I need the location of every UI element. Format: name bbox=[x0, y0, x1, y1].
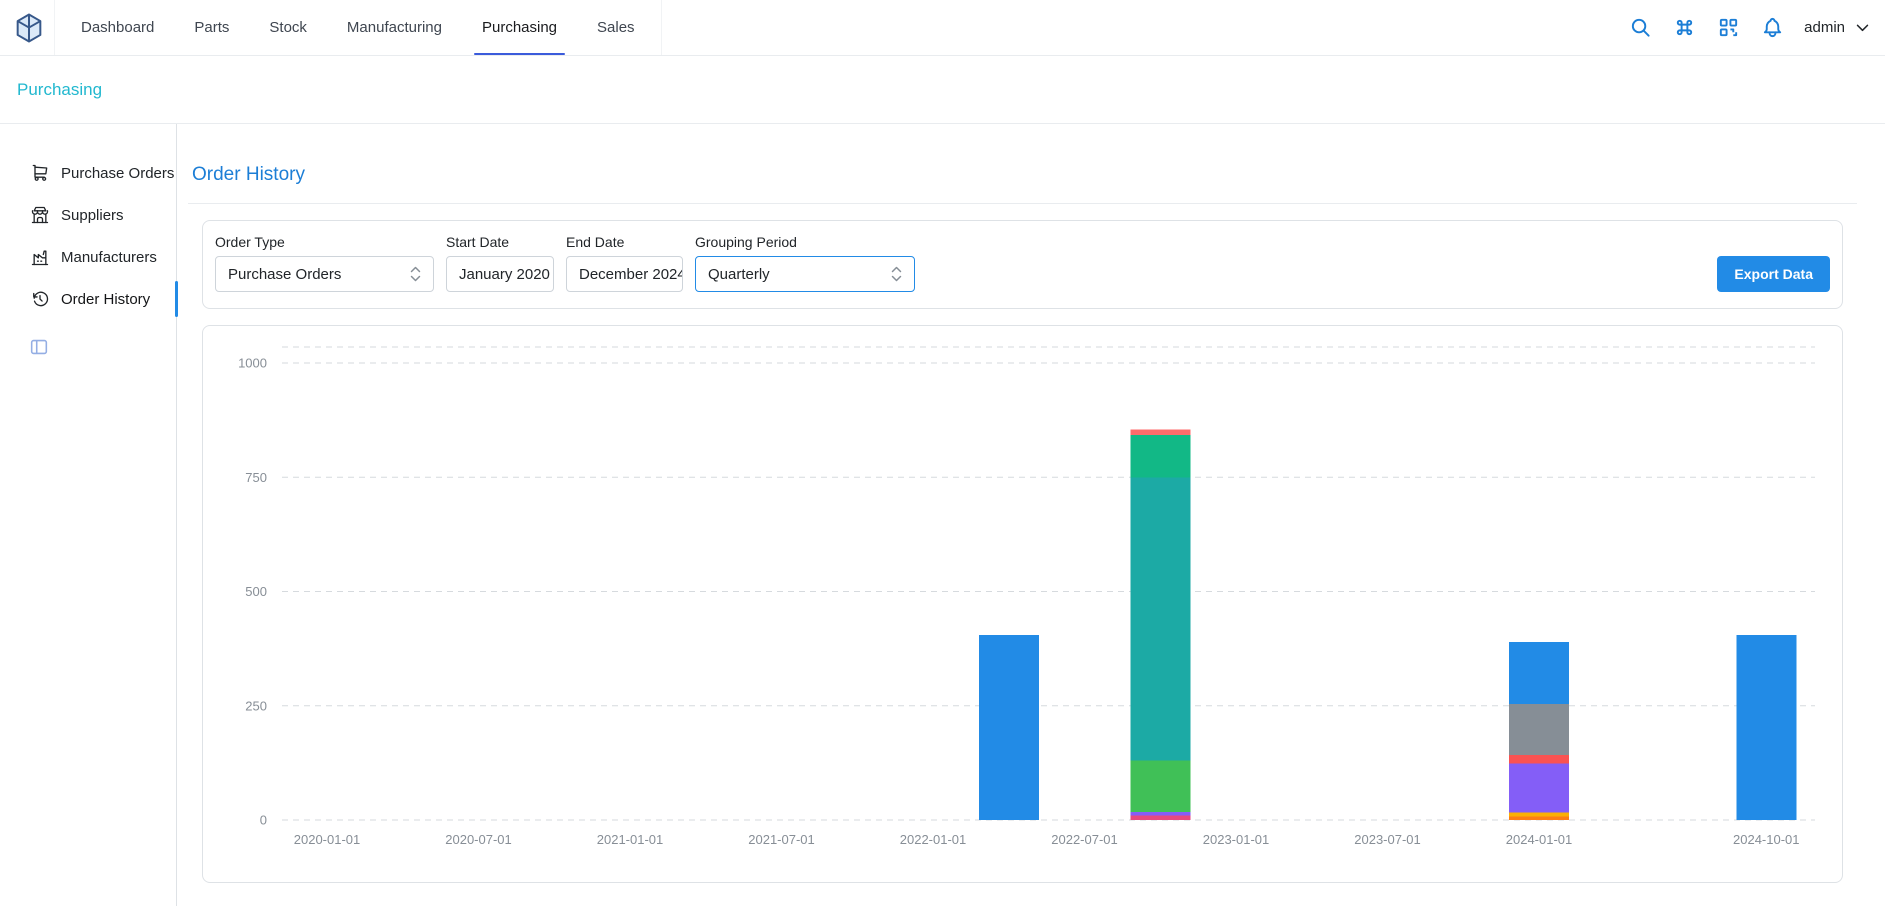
tab-purchasing[interactable]: Purchasing bbox=[462, 0, 577, 55]
search-icon[interactable] bbox=[1628, 16, 1652, 40]
y-tick-label: 0 bbox=[260, 813, 267, 828]
sidebar-item-order-history[interactable]: Order History bbox=[0, 278, 176, 320]
tab-dashboard[interactable]: Dashboard bbox=[61, 0, 174, 55]
selector-chevrons-icon bbox=[891, 265, 902, 283]
x-tick-label: 2023-07-01 bbox=[1354, 832, 1421, 847]
page-title: Order History bbox=[192, 164, 1857, 186]
start-date-input[interactable]: January 2020 bbox=[446, 256, 554, 292]
order-type-select[interactable]: Purchase Orders bbox=[215, 256, 434, 292]
order-type-label: Order Type bbox=[215, 234, 434, 250]
breadcrumb-bar: Purchasing bbox=[0, 56, 1885, 124]
bar-segment-2022-10-01[interactable] bbox=[1130, 761, 1190, 812]
sidebar-item-label: Purchase Orders bbox=[61, 165, 174, 182]
start-date-filter: Start Date January 2020 bbox=[446, 234, 554, 292]
bell-icon[interactable] bbox=[1760, 16, 1784, 40]
order-history-chart-panel: 0 250 500 750 1000 2020-01-01 2020-07-01 2021-0… bbox=[202, 325, 1843, 883]
bar-segment-2022-10-01[interactable] bbox=[1130, 429, 1190, 435]
end-date-filter: End Date December 2024 bbox=[566, 234, 683, 292]
order-history-page: Order History Order Type Purchase Orders… bbox=[177, 124, 1885, 906]
x-tick-label: 2021-01-01 bbox=[597, 832, 664, 847]
storefront-icon bbox=[30, 205, 50, 225]
command-icon[interactable] bbox=[1672, 16, 1696, 40]
x-tick-label: 2022-07-01 bbox=[1051, 832, 1118, 847]
bar-segment-2024-01-01[interactable] bbox=[1509, 763, 1569, 812]
order-history-chart-svg: 0 250 500 750 1000 2020-01-01 2020-07-01 2021-0… bbox=[203, 326, 1842, 882]
y-tick-label: 750 bbox=[245, 470, 267, 485]
order-type-filter: Order Type Purchase Orders bbox=[215, 234, 434, 292]
grouping-period-label: Grouping Period bbox=[695, 234, 915, 250]
end-date-input[interactable]: December 2024 bbox=[566, 256, 683, 292]
x-tick-label: 2020-01-01 bbox=[294, 832, 361, 847]
chevron-down-icon bbox=[1854, 19, 1871, 36]
username: admin bbox=[1804, 19, 1845, 36]
sidebar-item-label: Order History bbox=[61, 291, 150, 308]
tab-manufacturing[interactable]: Manufacturing bbox=[327, 0, 462, 55]
bar-segment-2022-10-01[interactable] bbox=[1130, 815, 1190, 820]
grouping-period-select[interactable]: Quarterly bbox=[695, 256, 915, 292]
layout-sidebar-icon[interactable] bbox=[28, 336, 50, 358]
grouping-period-value: Quarterly bbox=[708, 266, 770, 283]
x-tick-label: 2022-01-01 bbox=[900, 832, 967, 847]
app-logo[interactable] bbox=[12, 0, 46, 55]
bar-segment-2022-10-01[interactable] bbox=[1130, 812, 1190, 816]
bar-segment-2022-04-01[interactable] bbox=[979, 635, 1039, 820]
export-data-button[interactable]: Export Data bbox=[1717, 256, 1830, 292]
bar-segment-2024-01-01[interactable] bbox=[1509, 816, 1569, 820]
grouping-period-filter: Grouping Period Quarterly bbox=[695, 234, 915, 292]
top-navbar: Dashboard Parts Stock Manufacturing Purc… bbox=[0, 0, 1885, 56]
bar-segment-2024-01-01[interactable] bbox=[1509, 813, 1569, 817]
sidebar-item-purchase-orders[interactable]: Purchase Orders bbox=[0, 152, 176, 194]
x-tick-label: 2024-01-01 bbox=[1506, 832, 1573, 847]
bar-segment-2024-01-01[interactable] bbox=[1509, 755, 1569, 763]
end-date-label: End Date bbox=[566, 234, 683, 250]
order-type-value: Purchase Orders bbox=[228, 266, 341, 283]
main-nav-tabs: Dashboard Parts Stock Manufacturing Purc… bbox=[54, 0, 662, 55]
qr-code-icon[interactable] bbox=[1716, 16, 1740, 40]
y-tick-label: 250 bbox=[245, 698, 267, 713]
bar-segment-2024-01-01[interactable] bbox=[1509, 704, 1569, 755]
tab-parts[interactable]: Parts bbox=[174, 0, 249, 55]
user-menu[interactable]: admin bbox=[1804, 19, 1871, 36]
title-divider bbox=[188, 203, 1857, 204]
navbar-actions: admin bbox=[1628, 0, 1871, 55]
tab-sales[interactable]: Sales bbox=[577, 0, 655, 55]
inventree-logo-icon bbox=[12, 11, 46, 45]
start-date-value: January 2020 bbox=[459, 266, 550, 283]
end-date-value: December 2024 bbox=[579, 266, 683, 283]
factory-icon bbox=[30, 247, 50, 267]
tab-stock[interactable]: Stock bbox=[249, 0, 327, 55]
breadcrumb[interactable]: Purchasing bbox=[17, 80, 102, 100]
shopping-cart-icon bbox=[30, 163, 50, 183]
y-tick-label: 1000 bbox=[238, 356, 267, 371]
sidebar-item-manufacturers[interactable]: Manufacturers bbox=[0, 236, 176, 278]
selector-chevrons-icon bbox=[410, 265, 421, 283]
history-clock-icon bbox=[30, 289, 50, 309]
start-date-label: Start Date bbox=[446, 234, 554, 250]
y-tick-label: 500 bbox=[245, 584, 267, 599]
x-tick-label: 2024-10-01 bbox=[1733, 832, 1800, 847]
bar-segment-2024-10-01[interactable] bbox=[1736, 635, 1796, 820]
bar-segment-2022-10-01[interactable] bbox=[1130, 477, 1190, 760]
x-tick-label: 2023-01-01 bbox=[1203, 832, 1270, 847]
content-area: Purchase Orders Suppliers Manufacturers bbox=[0, 124, 1885, 906]
bar-segment-2024-01-01[interactable] bbox=[1509, 642, 1569, 704]
bar-segment-2022-10-01[interactable] bbox=[1130, 435, 1190, 477]
filter-panel: Order Type Purchase Orders Start Date Ja… bbox=[202, 220, 1843, 309]
sidebar-item-label: Manufacturers bbox=[61, 249, 157, 266]
x-tick-label: 2020-07-01 bbox=[445, 832, 512, 847]
purchasing-sidebar: Purchase Orders Suppliers Manufacturers bbox=[0, 124, 177, 906]
x-tick-label: 2021-07-01 bbox=[748, 832, 815, 847]
sidebar-item-suppliers[interactable]: Suppliers bbox=[0, 194, 176, 236]
sidebar-item-label: Suppliers bbox=[61, 207, 124, 224]
